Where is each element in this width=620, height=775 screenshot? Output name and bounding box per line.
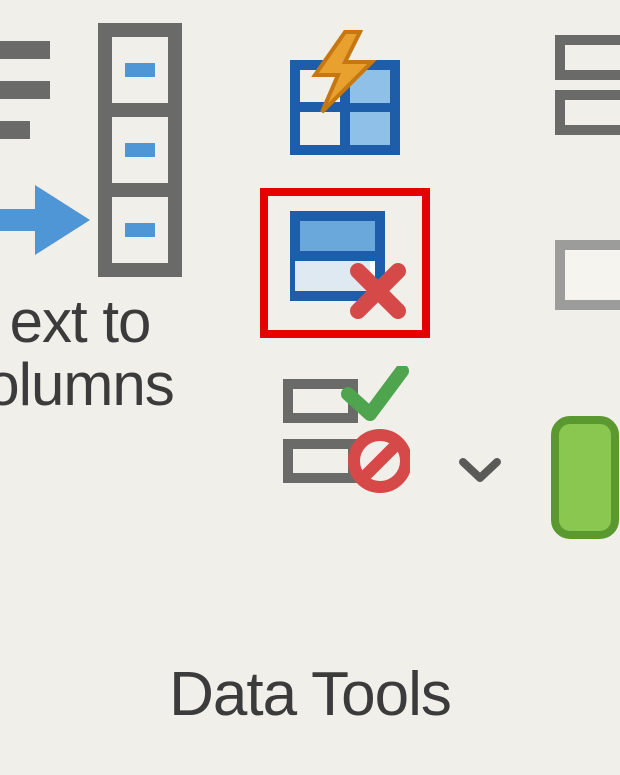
consolidate-button[interactable] bbox=[550, 25, 620, 165]
data-validation-icon bbox=[280, 366, 410, 496]
manage-data-model-button[interactable] bbox=[550, 405, 620, 545]
remove-duplicates-button[interactable] bbox=[260, 188, 430, 338]
flash-fill-icon bbox=[280, 30, 410, 160]
chevron-down-icon bbox=[455, 450, 505, 490]
text-to-columns-icon bbox=[0, 20, 210, 280]
flash-fill-button[interactable] bbox=[260, 20, 430, 170]
consolidate-icon bbox=[550, 25, 620, 145]
text-to-columns-button[interactable]: ext to olumns bbox=[0, 20, 240, 416]
data-validation-button[interactable] bbox=[260, 356, 430, 506]
data-validation-dropdown[interactable] bbox=[455, 450, 505, 490]
data-model-icon bbox=[550, 405, 620, 545]
ribbon-group-label: Data Tools bbox=[0, 659, 620, 730]
remove-duplicates-icon bbox=[280, 206, 410, 321]
relationships-icon bbox=[550, 215, 620, 335]
relationships-button[interactable] bbox=[550, 215, 620, 355]
text-to-columns-label: ext to olumns bbox=[0, 290, 174, 416]
